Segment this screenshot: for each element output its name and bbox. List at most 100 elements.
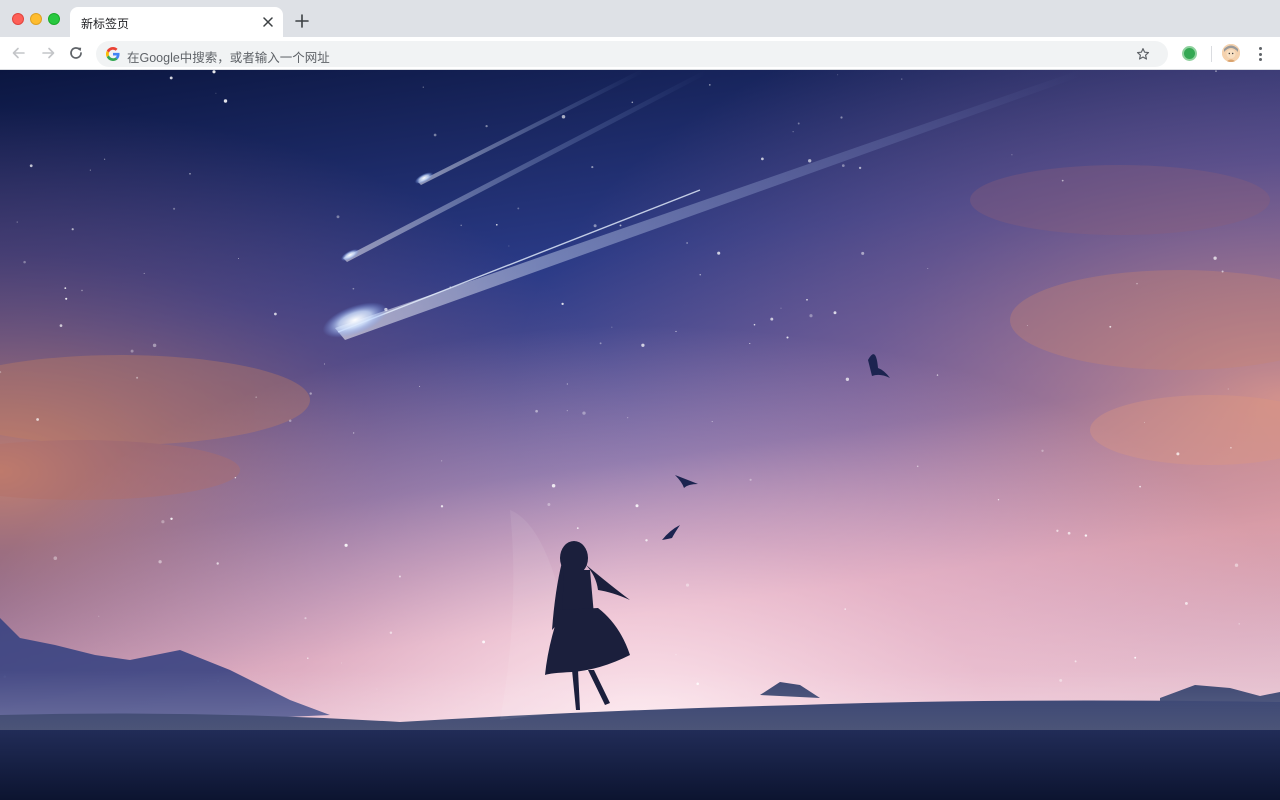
- star: [419, 385, 421, 387]
- close-icon[interactable]: [259, 13, 277, 31]
- star: [844, 608, 846, 610]
- star: [152, 343, 157, 348]
- ground-mist: [0, 670, 1280, 730]
- star: [23, 260, 26, 264]
- star: [508, 245, 510, 247]
- star: [64, 287, 67, 289]
- star: [344, 543, 348, 547]
- star: [711, 421, 713, 423]
- star: [837, 74, 839, 76]
- address-bar[interactable]: 在Google中搜索，或者输入一个网址: [96, 41, 1168, 67]
- star: [65, 297, 68, 300]
- extension-green-circle-icon[interactable]: [1182, 46, 1197, 61]
- star: [223, 99, 228, 103]
- star: [81, 289, 83, 292]
- star: [797, 122, 800, 125]
- star: [675, 330, 677, 332]
- star: [255, 396, 258, 399]
- star: [1026, 324, 1028, 327]
- star: [1067, 531, 1071, 535]
- star: [761, 157, 764, 161]
- star: [304, 617, 307, 620]
- star: [901, 78, 903, 80]
- star: [71, 228, 74, 231]
- star: [749, 342, 751, 345]
- star: [749, 478, 752, 481]
- star: [566, 383, 568, 385]
- star: [216, 562, 219, 565]
- star: [29, 164, 33, 168]
- star: [840, 116, 843, 119]
- anime-night-sky-wallpaper: [0, 70, 1280, 800]
- window-close-button[interactable]: [12, 13, 24, 25]
- star: [517, 207, 520, 210]
- tab-strip: 新标签页: [0, 0, 1280, 37]
- kebab-menu-icon[interactable]: [1252, 45, 1268, 63]
- star: [340, 662, 342, 664]
- star: [288, 419, 292, 422]
- star: [1176, 452, 1180, 456]
- star: [212, 70, 216, 74]
- reload-button[interactable]: [65, 42, 87, 64]
- star: [927, 267, 929, 269]
- star: [833, 311, 837, 315]
- star: [685, 583, 690, 587]
- back-button[interactable]: [8, 42, 30, 64]
- star: [1056, 529, 1059, 532]
- star: [89, 169, 91, 171]
- star: [591, 166, 594, 169]
- star: [1143, 421, 1146, 423]
- bookmark-button[interactable]: [1134, 45, 1152, 63]
- star: [309, 392, 312, 395]
- star-icon: [1136, 48, 1150, 60]
- star: [1139, 485, 1141, 488]
- star: [398, 575, 401, 578]
- star: [460, 224, 462, 227]
- window-maximize-button[interactable]: [48, 13, 60, 25]
- star: [440, 505, 444, 508]
- forward-button[interactable]: [37, 42, 59, 64]
- star: [858, 166, 862, 170]
- star: [551, 483, 556, 488]
- star: [1084, 534, 1088, 537]
- star: [1134, 656, 1137, 659]
- search-input[interactable]: 在Google中搜索，或者输入一个网址: [127, 47, 330, 66]
- star: [352, 287, 355, 290]
- star: [699, 274, 701, 276]
- star: [675, 654, 677, 656]
- avatar-icon[interactable]: [1222, 44, 1240, 62]
- star: [808, 159, 812, 163]
- star: [234, 476, 237, 479]
- star: [422, 86, 424, 88]
- star: [645, 539, 648, 542]
- star: [161, 520, 165, 524]
- star: [566, 410, 568, 412]
- star: [274, 312, 277, 316]
- star: [547, 503, 551, 506]
- star: [1136, 282, 1138, 285]
- star: [845, 377, 850, 381]
- star: [561, 115, 566, 119]
- star: [169, 76, 173, 80]
- star: [686, 242, 688, 244]
- arrow-right-icon: [42, 47, 55, 59]
- star: [136, 376, 139, 379]
- star: [59, 324, 63, 327]
- star: [1227, 388, 1229, 390]
- star: [780, 307, 782, 309]
- tab-new-tab[interactable]: 新标签页: [70, 7, 283, 37]
- star: [561, 302, 564, 306]
- star: [936, 374, 939, 376]
- star: [441, 460, 443, 462]
- star: [215, 92, 217, 94]
- star: [997, 499, 1000, 501]
- window-minimize-button[interactable]: [30, 13, 42, 25]
- new-tab-button[interactable]: [292, 11, 312, 31]
- star: [495, 223, 498, 226]
- star: [786, 336, 789, 339]
- star: [98, 615, 100, 617]
- star: [635, 504, 639, 508]
- star: [717, 251, 721, 255]
- star: [336, 215, 340, 219]
- plus-icon: [295, 14, 309, 28]
